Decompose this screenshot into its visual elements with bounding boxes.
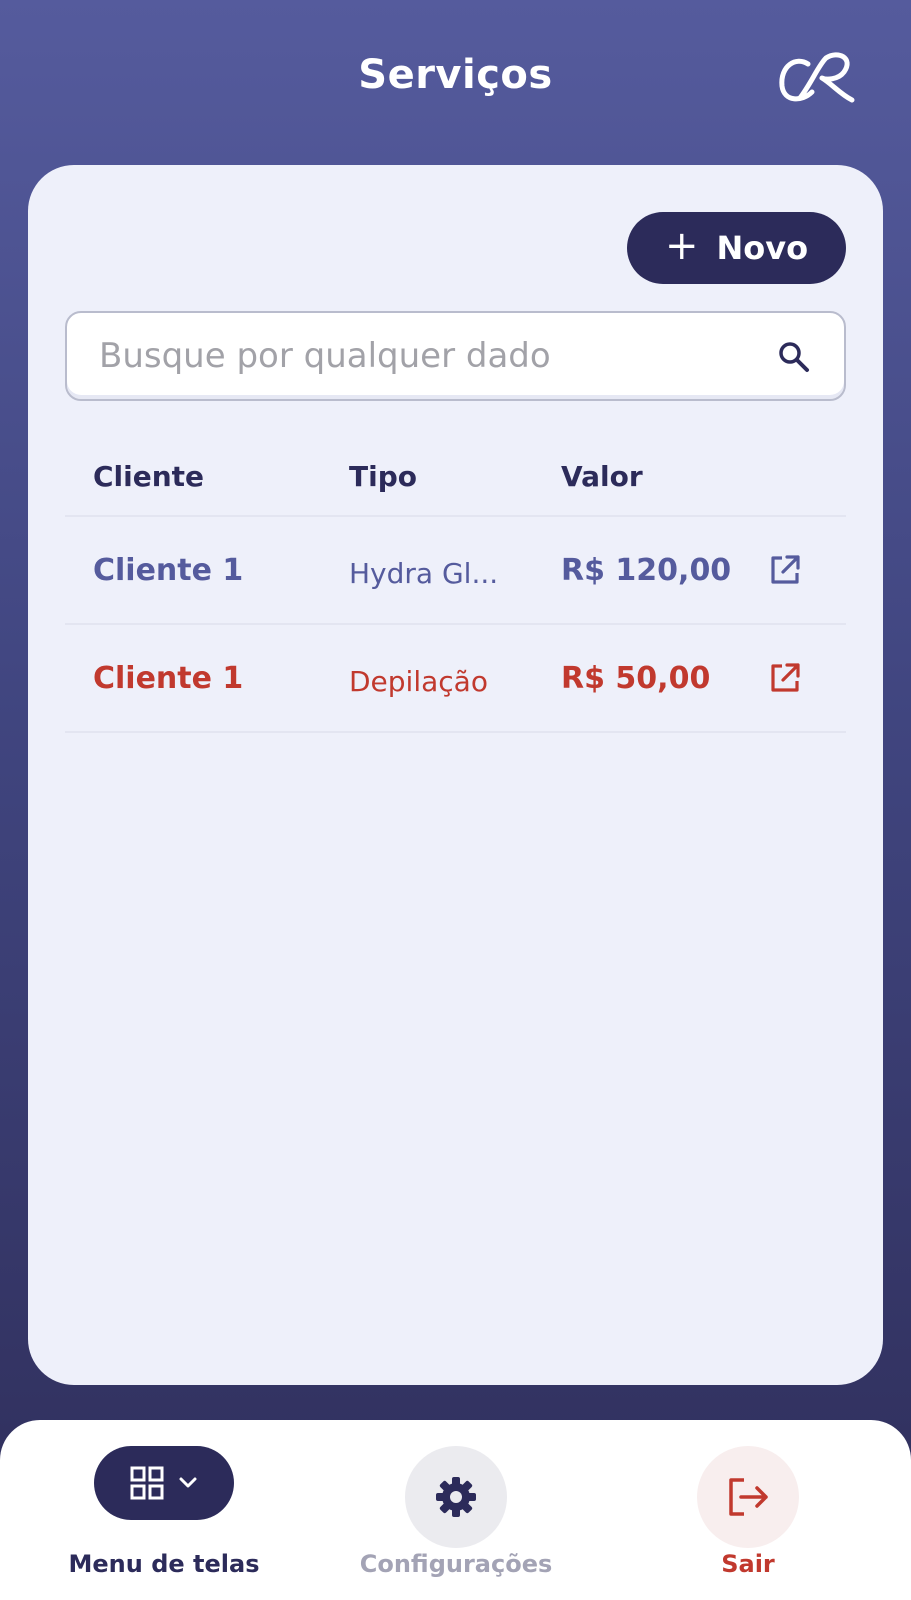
bottom-navigation: Menu de telas Configurações Sair: [0, 1420, 911, 1600]
column-header-valor: Valor: [561, 460, 643, 493]
grid-icon: [130, 1466, 164, 1500]
table-row[interactable]: Cliente 1 Hydra Gl... R$ 120,00: [65, 517, 846, 625]
logout-icon: [729, 1478, 768, 1516]
new-button-label: Novo: [716, 229, 809, 267]
row-cliente: Cliente 1: [93, 661, 244, 696]
exit-button[interactable]: [697, 1446, 799, 1548]
cr-logo-icon: [779, 52, 855, 103]
menu-label: Menu de telas: [68, 1550, 260, 1578]
plus-icon: +: [664, 223, 699, 269]
open-external-icon[interactable]: [768, 553, 802, 587]
page-title: Serviços: [358, 52, 553, 98]
row-valor: R$ 120,00: [561, 553, 732, 588]
row-tipo: Hydra Gl...: [349, 557, 499, 590]
table-header: Cliente Tipo Valor: [65, 415, 846, 517]
search-box: [65, 311, 846, 401]
chevron-down-icon: [179, 1477, 197, 1488]
screens-menu-button[interactable]: [94, 1446, 234, 1520]
app-header: Serviços: [0, 0, 911, 160]
new-service-button[interactable]: + Novo: [627, 212, 846, 284]
services-card: + Novo Cliente Tipo Valor Cliente 1 Hydr…: [28, 165, 883, 1385]
row-tipo: Depilação: [349, 665, 488, 698]
row-cliente: Cliente 1: [93, 553, 244, 588]
search-input[interactable]: [67, 313, 747, 399]
row-valor: R$ 50,00: [561, 661, 711, 696]
column-header-cliente: Cliente: [93, 460, 205, 493]
column-header-tipo: Tipo: [349, 460, 417, 493]
services-table: Cliente Tipo Valor Cliente 1 Hydra Gl...…: [65, 415, 846, 733]
gear-icon: [436, 1477, 476, 1517]
search-icon[interactable]: [777, 340, 811, 374]
settings-label: Configurações: [359, 1550, 553, 1578]
open-external-icon[interactable]: [768, 661, 802, 695]
exit-label: Sair: [721, 1550, 775, 1578]
table-row[interactable]: Cliente 1 Depilação R$ 50,00: [65, 625, 846, 733]
settings-button[interactable]: [405, 1446, 507, 1548]
